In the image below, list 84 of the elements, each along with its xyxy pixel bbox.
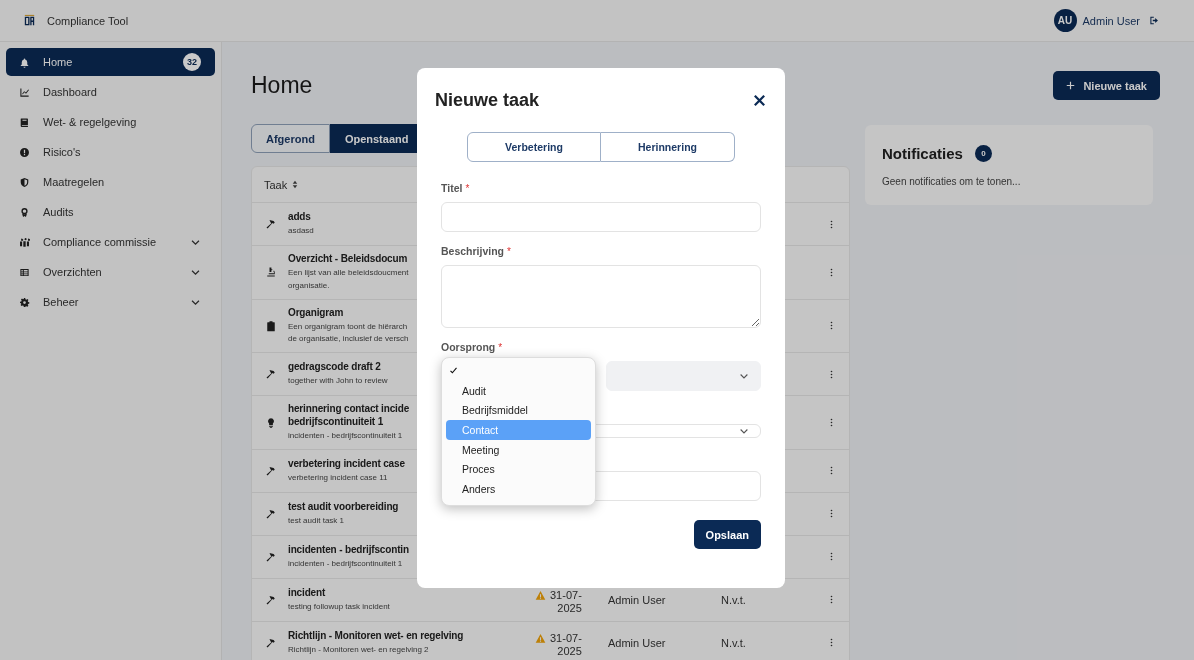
- sidebar-item[interactable]: Beheer: [6, 288, 215, 316]
- book-icon: [19, 116, 30, 128]
- filter-tab[interactable]: Afgerond: [251, 124, 330, 153]
- status-text: N.v.t.: [721, 594, 746, 606]
- task-description: Een lijst van alle beleidsdoucment organisatie.: [288, 267, 409, 292]
- new-task-button[interactable]: Nieuwe taak: [1053, 71, 1160, 100]
- dropdown-option[interactable]: Audit: [446, 380, 591, 401]
- type-toggle[interactable]: Verbetering: [467, 132, 601, 162]
- required-mark: *: [465, 182, 470, 194]
- task-title[interactable]: incident: [288, 586, 326, 600]
- sidebar-item[interactable]: Audits: [6, 198, 215, 226]
- task-description: test audit task 1: [288, 515, 345, 528]
- dialog-title: Nieuwe taak: [435, 89, 540, 111]
- field-label: Beschrijving: [441, 245, 505, 257]
- microscope-icon: [265, 266, 277, 279]
- input-field[interactable]: [441, 202, 761, 232]
- due-date: 31-07- 2025: [550, 632, 582, 658]
- save-button[interactable]: Opslaan: [693, 520, 761, 549]
- sidebar-item[interactable]: Compliance commissie: [6, 228, 215, 256]
- people-icon: [19, 236, 30, 248]
- task-title[interactable]: Overzicht - Beleidsdocum: [288, 252, 408, 265]
- task-description: together with John to review: [288, 375, 388, 388]
- user-name: Admin User: [1082, 14, 1140, 27]
- dropdown-option[interactable]: Meeting: [446, 439, 591, 460]
- hammer-icon: [265, 637, 277, 649]
- assignee: Admin User: [608, 637, 666, 649]
- column-header[interactable]: Taak: [264, 178, 288, 191]
- hammer-icon: [265, 218, 277, 230]
- clipboard-icon: [265, 319, 277, 332]
- task-title[interactable]: Organigram: [288, 305, 344, 319]
- empty-message: Geen notificaties om te tonen...: [882, 176, 1021, 187]
- task-title[interactable]: test audit voorbereiding: [288, 500, 399, 514]
- card-title: Notificaties: [882, 145, 963, 162]
- close-icon[interactable]: [752, 92, 767, 108]
- sort-icon[interactable]: [292, 180, 299, 189]
- hammer-icon: [265, 465, 277, 477]
- required-mark: *: [507, 245, 511, 257]
- alert-icon: [19, 146, 30, 158]
- task-title[interactable]: gedragscode draft 2: [288, 360, 381, 374]
- bulb-icon: [265, 416, 277, 429]
- sidebar-item[interactable]: Home 32: [6, 48, 215, 76]
- gear-icon: [19, 296, 30, 308]
- dropdown-option[interactable]: Bedrijfsmiddel: [446, 400, 591, 421]
- sidebar-item[interactable]: Overzichten: [6, 258, 215, 286]
- logout-icon[interactable]: [1149, 15, 1160, 26]
- page-title: Home: [251, 72, 313, 99]
- task-title[interactable]: Richtlijn - Monitoren wet- en regelving: [288, 629, 464, 643]
- sidebar-item[interactable]: Dashboard: [6, 78, 215, 106]
- logo-icon: [22, 13, 37, 28]
- task-title[interactable]: verbetering incident case: [288, 457, 405, 471]
- sidebar-item[interactable]: Maatregelen: [6, 168, 215, 196]
- sidebar-item[interactable]: Risico's: [6, 138, 215, 166]
- status-text: N.v.t.: [721, 637, 746, 649]
- bell-icon: [19, 56, 30, 68]
- field-label: Oorsprong: [441, 341, 496, 353]
- count-badge: 32: [183, 53, 201, 71]
- user-avatar[interactable]: AU: [1053, 9, 1077, 32]
- count-badge: 0: [974, 145, 992, 162]
- hammer-icon: [265, 551, 277, 563]
- task-title[interactable]: incidenten - bedrijfscontin: [288, 543, 409, 557]
- shield-icon: [19, 176, 30, 188]
- task-title[interactable]: herinnering contact incide bedrijfscontinuiteit 1: [288, 402, 410, 429]
- sidebar-item[interactable]: Wet- & regelgeving: [6, 108, 215, 136]
- task-description: incidenten - bedrijfscontinuiteit 1: [288, 430, 403, 443]
- field-label: Titel: [441, 182, 463, 194]
- task-title[interactable]: adds: [288, 210, 311, 224]
- hammer-icon: [265, 594, 277, 606]
- table-icon: [19, 266, 30, 278]
- app-title: Compliance Tool: [47, 14, 129, 27]
- task-description: testing followup task incident: [288, 601, 390, 614]
- award-icon: [19, 206, 30, 218]
- task-description: Richtlijn - Monitoren wet- en regelving 2: [288, 644, 429, 657]
- task-description: asdasd: [288, 225, 314, 238]
- task-description: incidenten - bedrijfscontinuiteit 1: [288, 558, 403, 571]
- due-date: 31-07- 2025: [550, 589, 582, 615]
- task-description: verbetering incident case 11: [288, 472, 388, 485]
- hammer-icon: [265, 508, 277, 520]
- plus-icon: [1066, 81, 1076, 90]
- chart-icon: [19, 86, 30, 98]
- type-toggle[interactable]: Herinnering: [601, 132, 735, 162]
- required-mark: *: [498, 341, 503, 353]
- task-description: Een organigram toont de hiërarch de organisatie, inclusief de versch: [288, 320, 409, 346]
- hammer-icon: [265, 368, 277, 381]
- assignee: Admin User: [608, 594, 666, 606]
